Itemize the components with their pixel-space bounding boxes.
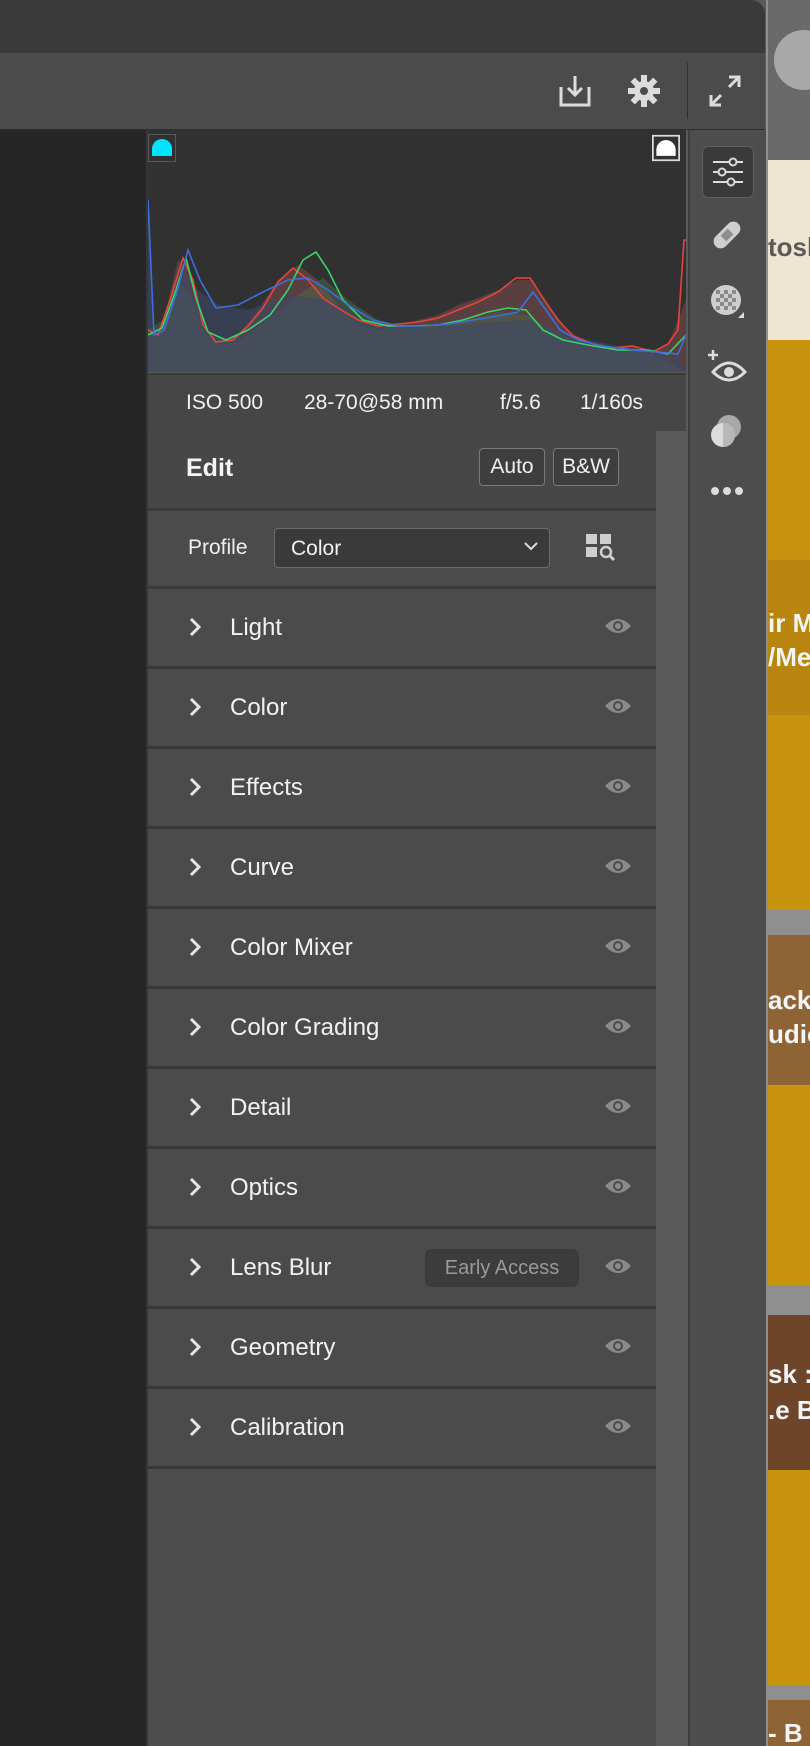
filmstrip-thumb-text: ack	[768, 985, 810, 1015]
filmstrip-thumb[interactable]	[768, 340, 810, 560]
filmstrip-thumb[interactable]	[768, 715, 810, 910]
eye-icon[interactable]	[604, 1255, 632, 1282]
toolbar-separator	[687, 63, 688, 119]
section-light[interactable]: Light	[148, 589, 656, 669]
section-color-mixer[interactable]: Color Mixer	[148, 909, 656, 989]
top-toolbar	[0, 53, 765, 130]
profile-browser-icon[interactable]	[584, 531, 616, 568]
section-geometry[interactable]: Geometry	[148, 1309, 656, 1389]
eye-icon[interactable]	[604, 1095, 632, 1122]
exif-lens: 28-70@58 mm	[304, 391, 444, 414]
filmstrip-thumb-text: udic	[768, 1019, 810, 1049]
edit-title: Edit	[186, 454, 234, 482]
section-optics[interactable]: Optics	[148, 1149, 656, 1229]
section-label: Optics	[230, 1174, 299, 1201]
chevron-right-icon	[188, 937, 202, 962]
chevron-right-icon	[188, 1097, 202, 1122]
section-label: Color Grading	[230, 1014, 380, 1041]
histogram-plot	[148, 199, 686, 372]
section-label: Color Mixer	[230, 934, 353, 961]
eye-icon[interactable]	[604, 775, 632, 802]
section-color[interactable]: Color	[148, 669, 656, 749]
filmstrip-thumb[interactable]: sk : .e B	[768, 1315, 810, 1470]
window-titlebar	[0, 0, 765, 54]
healing-bandage-icon[interactable]	[702, 210, 752, 260]
section-color-grading[interactable]: Color Grading	[148, 989, 656, 1069]
fullscreen-icon[interactable]	[705, 71, 745, 111]
eye-icon[interactable]	[604, 1015, 632, 1042]
section-label: Calibration	[230, 1414, 345, 1441]
profile-value: Color	[291, 537, 342, 560]
shadow-clipping-toggle[interactable]	[148, 134, 176, 162]
section-label: Curve	[230, 854, 295, 881]
filmstrip-thumb[interactable]	[768, 1470, 810, 1685]
histogram	[148, 130, 686, 372]
red-eye-icon[interactable]	[702, 342, 752, 392]
chevron-down-icon	[523, 539, 539, 558]
exif-info-bar: ISO 500 28-70@58 mm f/5.6 1/160s	[148, 373, 686, 431]
profile-label: Profile	[188, 536, 248, 559]
save-icon[interactable]	[555, 71, 595, 111]
profile-row: Profile Color	[148, 511, 656, 589]
chevron-right-icon	[188, 777, 202, 802]
more-icon[interactable]	[702, 466, 752, 516]
edit-header: Edit Auto B&W	[148, 430, 656, 511]
chevron-right-icon	[188, 617, 202, 642]
exif-iso: ISO 500	[186, 391, 264, 414]
filmstrip-thumb-text: sk :	[768, 1359, 810, 1389]
section-lens-blur[interactable]: Lens Blur Early Access	[148, 1229, 656, 1309]
filmstrip-thumb[interactable]: ack udic	[768, 935, 810, 1085]
eye-icon[interactable]	[604, 1175, 632, 1202]
section-label: Lens Blur	[230, 1254, 332, 1281]
chevron-right-icon	[188, 697, 202, 722]
filmstrip-thumb[interactable]: ir M /Me	[768, 560, 810, 715]
filmstrip-thumb-text: .e B	[768, 1395, 810, 1425]
eye-icon[interactable]	[604, 1415, 632, 1442]
filmstrip-thumb-text: - B	[768, 1718, 803, 1746]
filmstrip-thumb[interactable]	[768, 0, 810, 160]
chevron-right-icon	[188, 857, 202, 882]
chevron-right-icon	[188, 1017, 202, 1042]
filmstrip-thumb-text: ir M	[768, 608, 810, 638]
section-label: Effects	[230, 774, 303, 801]
filmstrip-thumb-text: tosh	[768, 232, 810, 262]
section-label: Detail	[230, 1094, 292, 1121]
masking-icon[interactable]	[702, 276, 752, 326]
filmstrip-thumb[interactable]	[768, 1085, 810, 1285]
filmstrip-thumb[interactable]: - B	[768, 1700, 810, 1746]
image-canvas[interactable]	[0, 130, 146, 1746]
auto-button[interactable]: Auto	[479, 448, 545, 486]
tool-rail	[688, 130, 768, 1746]
profile-dropdown[interactable]: Color	[274, 528, 550, 568]
section-curve[interactable]: Curve	[148, 829, 656, 909]
filmstrip: tosh ir M /Me ack udic sk : .e B - B	[766, 0, 810, 1746]
bw-button[interactable]: B&W	[553, 448, 619, 486]
highlight-clipping-toggle[interactable]	[652, 134, 680, 162]
chevron-right-icon	[188, 1337, 202, 1362]
section-calibration[interactable]: Calibration	[148, 1389, 656, 1469]
eye-icon[interactable]	[604, 615, 632, 642]
edit-sliders-icon[interactable]	[702, 146, 754, 198]
eye-icon[interactable]	[604, 1335, 632, 1362]
section-label: Geometry	[230, 1334, 336, 1361]
exif-aperture: f/5.6	[500, 391, 541, 414]
section-label: Light	[230, 614, 283, 641]
edit-panel: Edit Auto B&W Profile Color Light Color …	[148, 430, 656, 1746]
section-label: Color	[230, 694, 288, 721]
eye-icon[interactable]	[604, 855, 632, 882]
eye-icon[interactable]	[604, 935, 632, 962]
chevron-right-icon	[188, 1177, 202, 1202]
filmstrip-thumb-text: /Me	[768, 642, 810, 672]
chevron-right-icon	[188, 1417, 202, 1442]
filmstrip-thumb[interactable]: tosh	[768, 160, 810, 340]
section-detail[interactable]: Detail	[148, 1069, 656, 1149]
eye-icon[interactable]	[604, 695, 632, 722]
presets-icon[interactable]	[702, 406, 752, 456]
early-access-badge: Early Access	[425, 1249, 579, 1287]
gear-icon[interactable]	[624, 71, 664, 111]
chevron-right-icon	[188, 1257, 202, 1282]
section-effects[interactable]: Effects	[148, 749, 656, 829]
exif-shutter: 1/160s	[580, 391, 644, 414]
